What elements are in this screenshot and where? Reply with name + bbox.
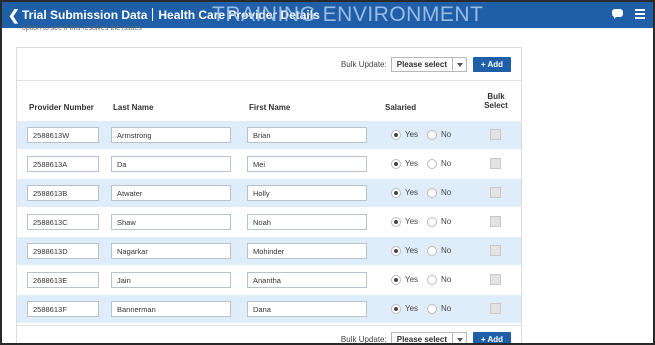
- salaried-no-radio[interactable]: [427, 159, 437, 169]
- bulk-update-bar-top: Bulk Update: Please select + Add: [341, 56, 511, 72]
- salaried-no-label: No: [441, 130, 452, 139]
- salaried-yes-radio[interactable]: [391, 275, 401, 285]
- bulk-select-checkbox[interactable]: [490, 303, 501, 314]
- salaried-yes-radio[interactable]: [391, 188, 401, 198]
- salaried-yes-label: Yes: [405, 304, 419, 313]
- col-bulk-select-line2: Select: [484, 101, 508, 110]
- last-name-field[interactable]: Shaw: [111, 214, 231, 230]
- provider-number-field[interactable]: 2688613E: [27, 272, 99, 288]
- salaried-no-label: No: [441, 246, 452, 255]
- salaried-no-radio[interactable]: [427, 246, 437, 256]
- divider: [17, 325, 521, 326]
- title-trial-submission[interactable]: Trial Submission Data: [22, 8, 147, 22]
- first-name-field[interactable]: Noah: [247, 214, 367, 230]
- app-window: ❮ Trial Submission Data Health Care Provi…: [0, 0, 655, 345]
- table-row: 2988613D Nagarkar Mohinder Yes No: [17, 237, 521, 265]
- last-name-field[interactable]: Da: [111, 156, 231, 172]
- last-name-field[interactable]: Atwater: [111, 185, 231, 201]
- bulk-select-checkbox[interactable]: [490, 274, 501, 285]
- title-separator: [152, 8, 154, 21]
- salaried-no-label: No: [441, 159, 452, 168]
- table-row: 2588613A Da Mei Yes No: [17, 150, 521, 178]
- bulk-select-checkbox[interactable]: [490, 129, 501, 140]
- salaried-yes-label: Yes: [405, 130, 419, 139]
- salaried-yes-label: Yes: [405, 188, 419, 197]
- bulk-select-checkbox[interactable]: [490, 187, 501, 198]
- salaried-no-label: No: [441, 217, 452, 226]
- col-last-name: Last Name: [113, 103, 154, 112]
- salaried-no-radio[interactable]: [427, 130, 437, 140]
- salaried-no-radio[interactable]: [427, 304, 437, 314]
- last-name-field[interactable]: Jain: [111, 272, 231, 288]
- hamburger-menu-icon[interactable]: [635, 9, 645, 19]
- bulk-select-checkbox[interactable]: [490, 158, 501, 169]
- training-environment-watermark: TRAINING ENVIRONMENT: [212, 3, 484, 26]
- bulk-update-label: Bulk Update:: [340, 334, 387, 344]
- salaried-no-label: No: [441, 304, 452, 313]
- bulk-update-select[interactable]: Please select: [390, 56, 467, 72]
- salaried-no-label: No: [441, 275, 452, 284]
- divider: [17, 80, 521, 81]
- provider-number-field[interactable]: 2588613F: [27, 301, 99, 317]
- salaried-yes-label: Yes: [405, 275, 419, 284]
- table-row: 2588613W Armstrong Brian Yes No: [17, 121, 521, 149]
- last-name-field[interactable]: Armstrong: [111, 127, 231, 143]
- last-name-field[interactable]: Bannerman: [111, 301, 231, 317]
- first-name-field[interactable]: Dana: [247, 301, 367, 317]
- salaried-no-radio[interactable]: [427, 217, 437, 227]
- col-salaried: Salaried: [385, 103, 417, 112]
- provider-number-field[interactable]: 2988613D: [27, 243, 99, 259]
- first-name-field[interactable]: Anantha: [247, 272, 367, 288]
- table-row: 2588613C Shaw Noah Yes No: [17, 208, 521, 236]
- salaried-yes-radio[interactable]: [391, 304, 401, 314]
- salaried-yes-radio[interactable]: [391, 246, 401, 256]
- first-name-field[interactable]: Mei: [247, 156, 367, 172]
- salaried-yes-label: Yes: [405, 217, 419, 226]
- salaried-no-radio[interactable]: [427, 188, 437, 198]
- provider-details-panel: Bulk Update: Please select + Add Provide…: [16, 47, 522, 344]
- salaried-yes-label: Yes: [405, 159, 419, 168]
- col-bulk-select-line1: Bulk: [487, 92, 505, 101]
- first-name-field[interactable]: Holly: [247, 185, 367, 201]
- first-name-field[interactable]: Brian: [247, 127, 367, 143]
- provider-number-field[interactable]: 2588613W: [27, 127, 99, 143]
- bulk-update-selected-value: Please select: [396, 334, 447, 344]
- bulk-update-bar-bottom: Bulk Update: Please select + Add: [340, 331, 511, 344]
- col-provider-number: Provider Number: [29, 103, 94, 112]
- salaried-yes-radio[interactable]: [391, 159, 401, 169]
- table-row: 2588613F Bannerman Dana Yes No: [17, 295, 521, 323]
- bulk-update-select[interactable]: Please select: [390, 331, 467, 344]
- instruction-text: option to see if this resolves the issue…: [22, 25, 142, 32]
- chevron-down-icon[interactable]: [452, 57, 466, 71]
- salaried-no-label: No: [441, 188, 452, 197]
- salaried-no-radio[interactable]: [427, 275, 437, 285]
- table-row: 2688613E Jain Anantha Yes No: [17, 266, 521, 294]
- provider-number-field[interactable]: 2588613C: [27, 214, 99, 230]
- first-name-field[interactable]: Mohinder: [247, 243, 367, 259]
- col-bulk-select: Bulk Select: [483, 92, 509, 110]
- col-first-name: First Name: [249, 103, 291, 112]
- provider-number-field[interactable]: 2588613A: [27, 156, 99, 172]
- chat-icon[interactable]: [612, 9, 623, 19]
- chevron-down-icon[interactable]: [452, 332, 466, 343]
- back-chevron-icon[interactable]: ❮: [8, 7, 20, 24]
- add-button[interactable]: + Add: [473, 331, 511, 343]
- add-button[interactable]: + Add: [473, 56, 511, 72]
- salaried-yes-radio[interactable]: [391, 130, 401, 140]
- salaried-yes-label: Yes: [405, 246, 419, 255]
- bulk-update-selected-value: Please select: [396, 59, 447, 69]
- salaried-yes-radio[interactable]: [391, 217, 401, 227]
- last-name-field[interactable]: Nagarkar: [111, 243, 231, 259]
- table-header: Provider Number Last Name First Name Sal…: [17, 86, 521, 121]
- bulk-update-label: Bulk Update:: [340, 59, 387, 69]
- provider-number-field[interactable]: 2588613B: [27, 185, 99, 201]
- table-row: 2588613B Atwater Holly Yes No: [17, 179, 521, 207]
- bulk-select-checkbox[interactable]: [490, 216, 501, 227]
- bulk-select-checkbox[interactable]: [490, 245, 501, 256]
